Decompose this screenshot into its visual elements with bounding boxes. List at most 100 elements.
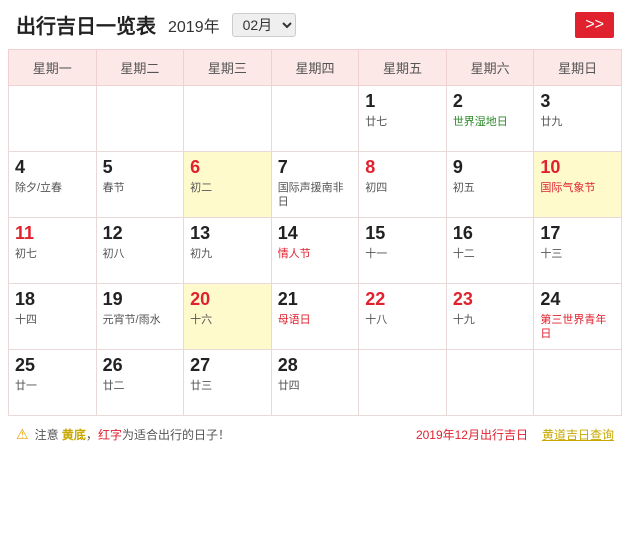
- cell-day-number: 14: [278, 223, 353, 245]
- footer-note: 注意 黄底，红字为适合出行的日子！: [35, 426, 230, 443]
- weekday-header: 星期三: [184, 50, 272, 86]
- footer-link2[interactable]: 黄道吉日查询: [542, 426, 614, 443]
- calendar-row: 4除夕/立春 5 春节 6 初二 7国际声援南非日 8 初四 9 初五 10国际气象节: [9, 152, 622, 218]
- calendar-cell: 20 十六: [184, 284, 272, 350]
- calendar-body: 1廿七2世界湿地日3廿九4除夕/立春5春节6初二7国际声援南非日8初四9初五10…: [9, 86, 622, 416]
- warn-icon: ⚠: [16, 426, 29, 443]
- calendar-cell: 2世界湿地日: [446, 86, 534, 152]
- cell-sub-text: 廿三: [190, 379, 265, 393]
- cell-day-number: 28: [278, 355, 353, 377]
- calendar-cell: 7国际声援南非日: [271, 152, 359, 218]
- cell-sub-text: 廿四: [278, 379, 353, 393]
- cell-day-number: 21: [278, 289, 353, 311]
- cell-day-number: 19: [103, 289, 178, 311]
- cell-sub-text: 初七: [15, 247, 90, 261]
- calendar-row: 11 初七 12 初八 13初九 14 情人节 15十一16十二 17 十三: [9, 218, 622, 284]
- calendar-cell: 14 情人节: [271, 218, 359, 284]
- calendar-cell: 22十八: [359, 284, 447, 350]
- calendar-row: 25廿一 26 廿二 27 廿三 28 廿四: [9, 350, 622, 416]
- cell-day-number: 7: [278, 157, 353, 179]
- calendar-cell: 10国际气象节: [534, 152, 622, 218]
- calendar-cell: [184, 86, 272, 152]
- weekday-header: 星期五: [359, 50, 447, 86]
- calendar-cell: 24第三世界青年日: [534, 284, 622, 350]
- cell-sub-text: 十四: [15, 313, 90, 327]
- calendar-header: 星期一星期二星期三星期四星期五星期六星期日: [9, 50, 622, 86]
- cell-day-number: 1: [365, 91, 440, 113]
- calendar-cell: [271, 86, 359, 152]
- footer-link[interactable]: 2019年12月出行吉日: [416, 426, 528, 443]
- calendar-cell: 18 十四: [9, 284, 97, 350]
- cell-day-number: 5: [103, 157, 178, 179]
- year-label: 2019年: [168, 13, 220, 37]
- cell-sub-text: 国际声援南非日: [278, 181, 353, 210]
- calendar-cell: 25廿一: [9, 350, 97, 416]
- calendar-wrap: 星期一星期二星期三星期四星期五星期六星期日 1廿七2世界湿地日3廿九4除夕/立春…: [0, 49, 630, 416]
- calendar-cell: 3 廿九: [534, 86, 622, 152]
- calendar-cell: 19 元宵节/雨水: [96, 284, 184, 350]
- page-title: 出行吉日一览表: [16, 10, 156, 39]
- calendar-cell: 12 初八: [96, 218, 184, 284]
- cell-sub-text: 第三世界青年日: [540, 313, 615, 342]
- cell-day-number: 16: [453, 223, 528, 245]
- cell-day-number: 6: [190, 157, 265, 179]
- calendar-cell: 16十二: [446, 218, 534, 284]
- weekday-header: 星期六: [446, 50, 534, 86]
- calendar-cell: 13初九: [184, 218, 272, 284]
- month-select[interactable]: 01月02月03月04月05月06月07月08月09月10月11月12月: [232, 13, 296, 37]
- weekday-header: 星期一: [9, 50, 97, 86]
- footer: ⚠ 注意 黄底，红字为适合出行的日子！ 2019年12月出行吉日 黄道吉日查询: [0, 416, 630, 449]
- calendar-cell: 8 初四: [359, 152, 447, 218]
- cell-day-number: 15: [365, 223, 440, 245]
- cell-day-number: 12: [103, 223, 178, 245]
- cell-day-number: 11: [15, 223, 90, 245]
- calendar-cell: 6 初二: [184, 152, 272, 218]
- calendar-cell: 15十一: [359, 218, 447, 284]
- calendar-cell: [446, 350, 534, 416]
- weekday-header: 星期四: [271, 50, 359, 86]
- calendar-cell: [359, 350, 447, 416]
- calendar-cell: 27 廿三: [184, 350, 272, 416]
- calendar-cell: [9, 86, 97, 152]
- cell-sub-text: 十八: [365, 313, 440, 327]
- cell-sub-text: 初四: [365, 181, 440, 195]
- cell-sub-text: 十三: [540, 247, 615, 261]
- cell-day-number: 23: [453, 289, 528, 311]
- weekday-header: 星期日: [534, 50, 622, 86]
- calendar-table: 星期一星期二星期三星期四星期五星期六星期日 1廿七2世界湿地日3廿九4除夕/立春…: [8, 49, 622, 416]
- cell-day-number: 17: [540, 223, 615, 245]
- cell-sub-text: 初九: [190, 247, 265, 261]
- cell-sub-text: 初二: [190, 181, 265, 195]
- cell-sub-text: 廿九: [540, 115, 615, 129]
- cell-day-number: 20: [190, 289, 265, 311]
- cell-day-number: 9: [453, 157, 528, 179]
- cell-sub-text: 世界湿地日: [453, 115, 528, 129]
- calendar-cell: 4除夕/立春: [9, 152, 97, 218]
- calendar-cell: 23 十九: [446, 284, 534, 350]
- cell-sub-text: 母语日: [278, 313, 353, 327]
- cell-day-number: 26: [103, 355, 178, 377]
- cell-day-number: 3: [540, 91, 615, 113]
- header: 出行吉日一览表 2019年 01月02月03月04月05月06月07月08月09…: [0, 0, 630, 49]
- cell-sub-text: 国际气象节: [540, 181, 615, 195]
- calendar-cell: [534, 350, 622, 416]
- cell-day-number: 24: [540, 289, 615, 311]
- cell-sub-text: 十九: [453, 313, 528, 327]
- calendar-cell: 9 初五: [446, 152, 534, 218]
- cell-day-number: 8: [365, 157, 440, 179]
- calendar-cell: [96, 86, 184, 152]
- cell-sub-text: 初五: [453, 181, 528, 195]
- calendar-cell: 21 母语日: [271, 284, 359, 350]
- nav-next-button[interactable]: >>: [575, 12, 614, 38]
- cell-day-number: 27: [190, 355, 265, 377]
- cell-sub-text: 十六: [190, 313, 265, 327]
- calendar-cell: 17 十三: [534, 218, 622, 284]
- cell-sub-text: 情人节: [278, 247, 353, 261]
- cell-sub-text: 廿二: [103, 379, 178, 393]
- calendar-cell: 5 春节: [96, 152, 184, 218]
- cell-sub-text: 初八: [103, 247, 178, 261]
- cell-sub-text: 元宵节/雨水: [103, 313, 178, 327]
- cell-day-number: 18: [15, 289, 90, 311]
- cell-sub-text: 除夕/立春: [15, 181, 90, 195]
- cell-sub-text: 春节: [103, 181, 178, 195]
